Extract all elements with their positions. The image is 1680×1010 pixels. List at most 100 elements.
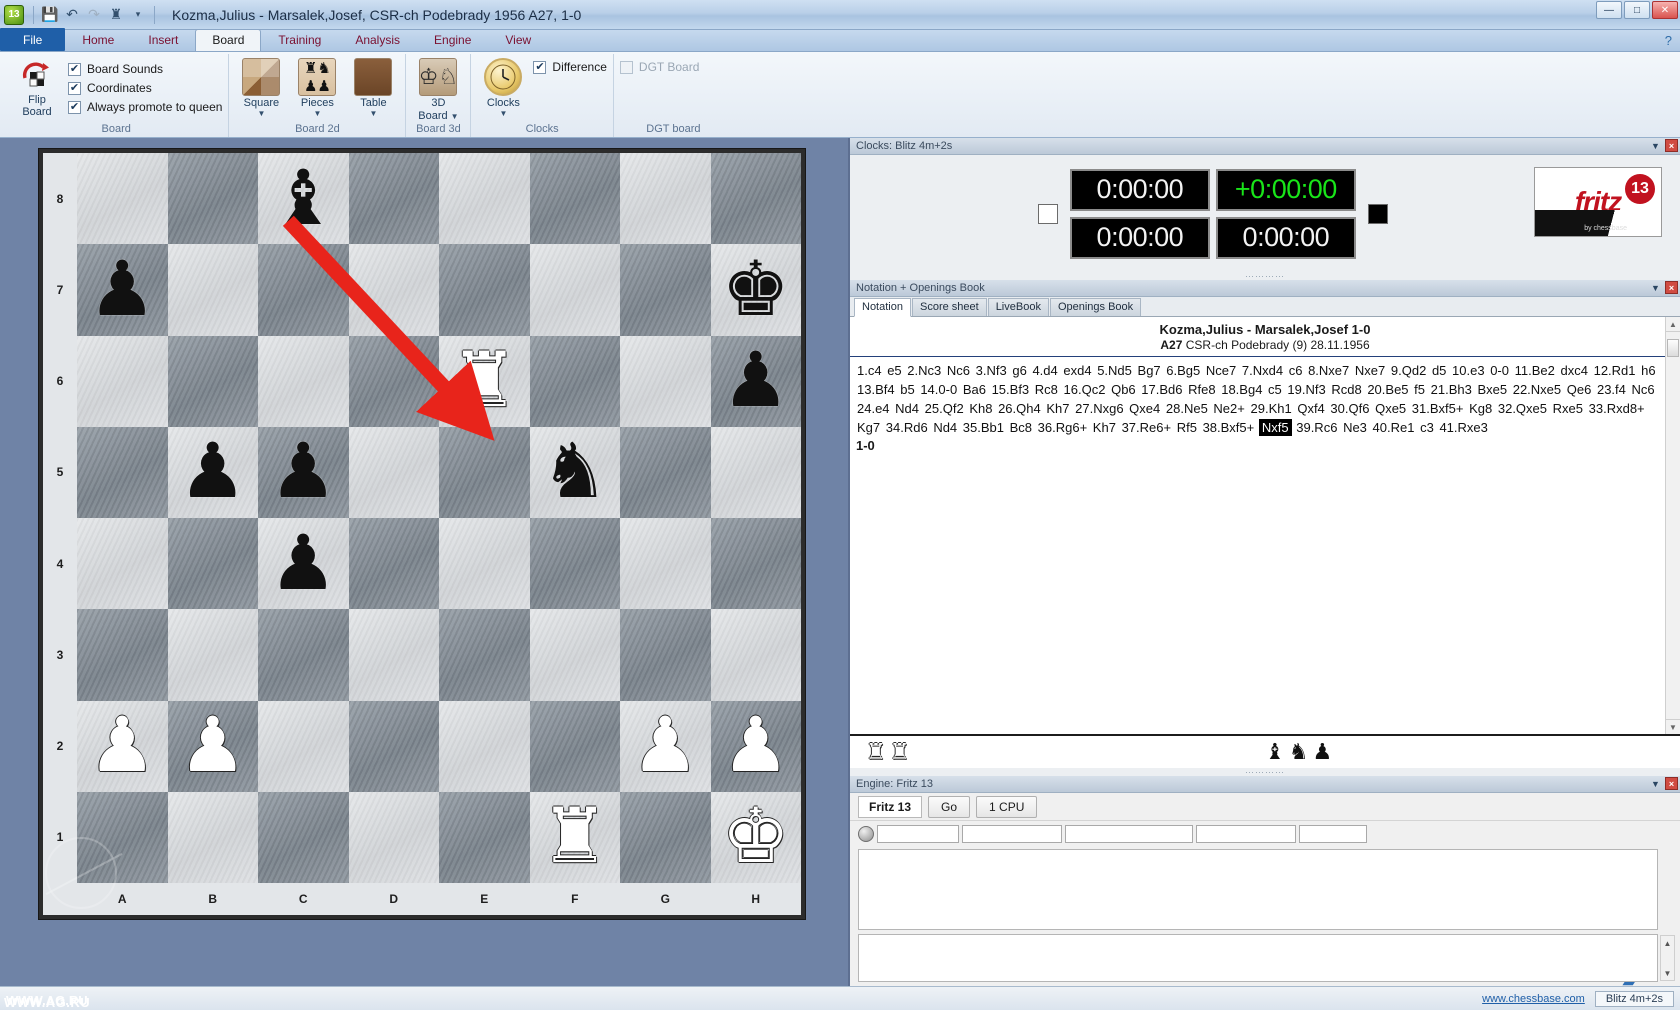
move-15Bf3[interactable]: 15.Bf3 — [991, 382, 1031, 397]
square-B7[interactable] — [167, 244, 258, 336]
minimize-button[interactable]: — — [1596, 1, 1622, 19]
engine-name-button[interactable]: Fritz 13 — [858, 795, 923, 818]
piece-black-p[interactable]: ♟ — [722, 343, 790, 419]
move-26Qh4[interactable]: 26.Qh4 — [997, 401, 1042, 416]
help-icon[interactable]: ? — [1665, 33, 1672, 48]
square-A7[interactable]: ♟ — [77, 244, 168, 336]
move-d5[interactable]: d5 — [1431, 363, 1447, 378]
move-20Be5[interactable]: 20.Be5 — [1366, 382, 1409, 397]
square-C5[interactable]: ♟ — [258, 426, 349, 518]
square-D6[interactable] — [348, 335, 439, 427]
move-f5[interactable]: f5 — [1413, 382, 1426, 397]
notation-body[interactable]: Kozma,Julius - Marsalek,Josef 1-0 A27 CS… — [850, 317, 1680, 734]
move-Qxe4[interactable]: Qxe4 — [1128, 401, 1161, 416]
square-G8[interactable] — [620, 153, 711, 245]
move-41Rxe3[interactable]: 41.Rxe3 — [1438, 420, 1488, 435]
move-29Kh1[interactable]: 29.Kh1 — [1250, 401, 1293, 416]
panel-splitter-top[interactable]: ⋯⋯⋯⋯ — [850, 271, 1680, 281]
move-23f4[interactable]: 23.f4 — [1596, 382, 1627, 397]
square-G4[interactable] — [620, 518, 711, 610]
piece-black-n[interactable]: ♞ — [541, 434, 609, 510]
move-4d4[interactable]: 4.d4 — [1031, 363, 1058, 378]
move-exd4[interactable]: exd4 — [1062, 363, 1092, 378]
tab-insert[interactable]: Insert — [131, 29, 195, 51]
move-Ne2[interactable]: Ne2+ — [1212, 401, 1245, 416]
move-Qxf4[interactable]: Qxf4 — [1296, 401, 1325, 416]
save-icon[interactable]: 💾 — [39, 4, 61, 26]
move-30Qf6[interactable]: 30.Qf6 — [1329, 401, 1370, 416]
move-17Bd6[interactable]: 17.Bd6 — [1140, 382, 1183, 397]
move-21Bh3[interactable]: 21.Bh3 — [1430, 382, 1473, 397]
square-D4[interactable] — [348, 518, 439, 610]
piece-black-p[interactable]: ♟ — [269, 525, 337, 602]
square-H4[interactable] — [710, 518, 801, 610]
tab-training[interactable]: Training — [261, 29, 338, 51]
square-C2[interactable] — [258, 700, 349, 792]
square-E3[interactable] — [439, 609, 530, 701]
engine-output-main[interactable]: ❯ — [858, 849, 1658, 982]
checkbox-coordinates[interactable]: ✔ Coordinates — [68, 81, 222, 95]
move-Qxe5[interactable]: Qxe5 — [1374, 401, 1407, 416]
scrollbar-thumb[interactable] — [1667, 339, 1679, 357]
move-Nce7[interactable]: Nce7 — [1205, 363, 1237, 378]
move-24e4[interactable]: 24.e4 — [856, 401, 891, 416]
move-00[interactable]: 0-0 — [1489, 363, 1510, 378]
engine-output-scrollbar[interactable]: ▲ ▼ — [1660, 935, 1675, 981]
piece-white-p[interactable]: ♟ — [631, 708, 699, 784]
square-H8[interactable] — [710, 153, 801, 245]
square-D1[interactable] — [348, 791, 439, 883]
move-5Nd5[interactable]: 5.Nd5 — [1096, 363, 1133, 378]
move-list[interactable]: 1.c4 e5 2.Nc3 Nc6 3.Nf3 g6 4.d4 exd4 5.N… — [850, 357, 1680, 437]
move-35Bb1[interactable]: 35.Bb1 — [962, 420, 1005, 435]
square-F5[interactable]: ♞ — [529, 426, 620, 518]
move-22Nxe5[interactable]: 22.Nxe5 — [1512, 382, 1562, 397]
chevron-down-icon[interactable]: ▼ — [451, 112, 459, 121]
move-27Nxg6[interactable]: 27.Nxg6 — [1074, 401, 1124, 416]
move-h6[interactable]: h6 — [1640, 363, 1656, 378]
board-grid[interactable]: 8 ♝ 7 ♟ ♚ 6 ♜ ♟ 5 ♟ ♟ ♞ 4 ♟ 3 2 ♟ ♟ ♟ ♟ 1 ♜ ♚ A B C D E F G H — [43, 153, 801, 915]
square-A4[interactable] — [77, 518, 168, 610]
move-Ne3[interactable]: Ne3 — [1342, 420, 1368, 435]
move-c3[interactable]: c3 — [1419, 420, 1435, 435]
square-D3[interactable] — [348, 609, 439, 701]
undo-icon[interactable]: ↶ — [61, 4, 83, 26]
move-40Re1[interactable]: 40.Re1 — [1372, 420, 1416, 435]
engine-panel-close-icon[interactable]: × — [1665, 777, 1678, 790]
checkbox-always-promote-to-queen[interactable]: ✔ Always promote to queen — [68, 100, 222, 114]
move-12Rd1[interactable]: 12.Rd1 — [1593, 363, 1637, 378]
move-28Ne5[interactable]: 28.Ne5 — [1165, 401, 1209, 416]
tab-notation[interactable]: Notation — [854, 298, 911, 317]
move-31Bxf5[interactable]: 31.Bxf5+ — [1411, 401, 1465, 416]
move-b5[interactable]: b5 — [899, 382, 915, 397]
chevron-down-icon[interactable]: ▼ — [499, 109, 507, 118]
tab-view[interactable]: View — [488, 29, 548, 51]
checkbox-board-sounds[interactable]: ✔ Board Sounds — [68, 62, 222, 76]
move-Ba6[interactable]: Ba6 — [962, 382, 987, 397]
piece-white-p[interactable]: ♟ — [722, 708, 790, 784]
engine-output-secondary[interactable]: ▲ ▼ — [858, 934, 1675, 982]
square-H3[interactable] — [710, 609, 801, 701]
square-A2[interactable]: ♟ — [77, 700, 168, 792]
square-A6[interactable] — [77, 335, 168, 427]
square-F3[interactable] — [529, 609, 620, 701]
square-C3[interactable] — [258, 609, 349, 701]
tab-board[interactable]: Board — [195, 29, 262, 51]
redo-icon[interactable]: ↷ — [83, 4, 105, 26]
tab-file[interactable]: File — [0, 28, 66, 51]
move-25Qf2[interactable]: 25.Qf2 — [924, 401, 965, 416]
clocks-panel-close-icon[interactable]: × — [1665, 139, 1678, 152]
square-B1[interactable] — [167, 791, 258, 883]
move-19Nf3[interactable]: 19.Nf3 — [1286, 382, 1326, 397]
notation-panel-dropdown-icon[interactable]: ▼ — [1649, 281, 1662, 294]
square-B3[interactable] — [167, 609, 258, 701]
square-E6[interactable]: ♜ — [439, 335, 530, 427]
square-A5[interactable] — [77, 426, 168, 518]
square-D5[interactable] — [348, 426, 439, 518]
chevron-down-icon[interactable]: ▼ — [257, 109, 265, 118]
square-F1[interactable]: ♜ — [529, 791, 620, 883]
move-Kh8[interactable]: Kh8 — [968, 401, 993, 416]
square-D8[interactable] — [348, 153, 439, 245]
move-Nxf5[interactable]: Nxf5 — [1258, 419, 1292, 436]
flip-board-button[interactable]: Flip Board — [10, 58, 64, 118]
piece-white-r[interactable]: ♜ — [541, 799, 609, 875]
